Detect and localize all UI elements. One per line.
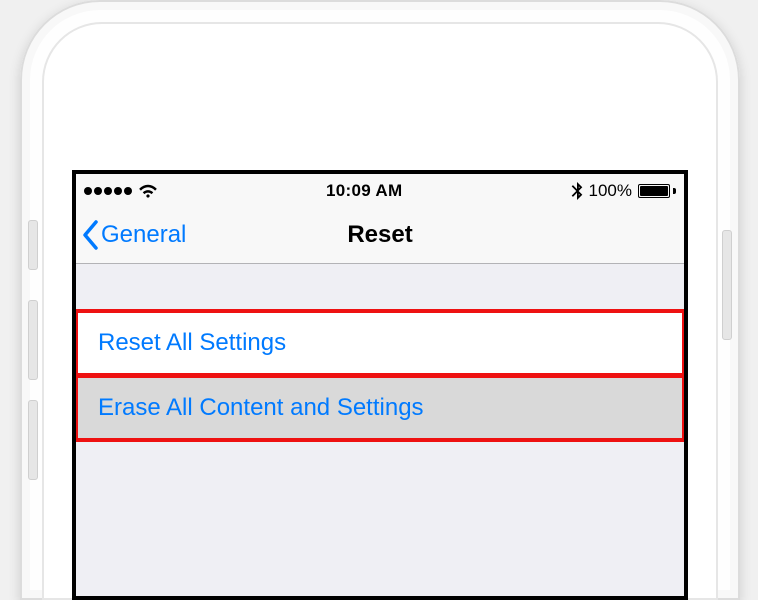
- volume-up-button: [28, 300, 38, 380]
- chevron-left-icon: [82, 220, 99, 250]
- erase-all-content-label: Erase All Content and Settings: [98, 394, 424, 421]
- wifi-icon: [138, 181, 158, 201]
- back-button[interactable]: General: [76, 207, 186, 263]
- battery-icon: [638, 184, 676, 198]
- status-left: [84, 181, 158, 201]
- mute-switch: [28, 220, 38, 270]
- erase-all-content-cell[interactable]: Erase All Content and Settings: [76, 376, 684, 441]
- signal-strength-icon: [84, 187, 132, 195]
- status-right: 100%: [571, 181, 676, 201]
- reset-all-settings-cell[interactable]: Reset All Settings: [76, 310, 684, 376]
- volume-down-button: [28, 400, 38, 480]
- reset-options-group: Reset All Settings Erase All Content and…: [76, 310, 684, 441]
- battery-percentage: 100%: [589, 181, 632, 201]
- status-time: 10:09 AM: [326, 181, 402, 201]
- power-button: [722, 230, 732, 340]
- reset-all-settings-label: Reset All Settings: [98, 329, 286, 356]
- phone-frame: 10:09 AM 100% General Reset: [20, 0, 740, 600]
- status-bar: 10:09 AM 100%: [76, 174, 684, 207]
- bluetooth-icon: [571, 182, 583, 200]
- navigation-bar: General Reset: [76, 207, 684, 264]
- screen: 10:09 AM 100% General Reset: [72, 170, 688, 600]
- back-label: General: [101, 221, 186, 249]
